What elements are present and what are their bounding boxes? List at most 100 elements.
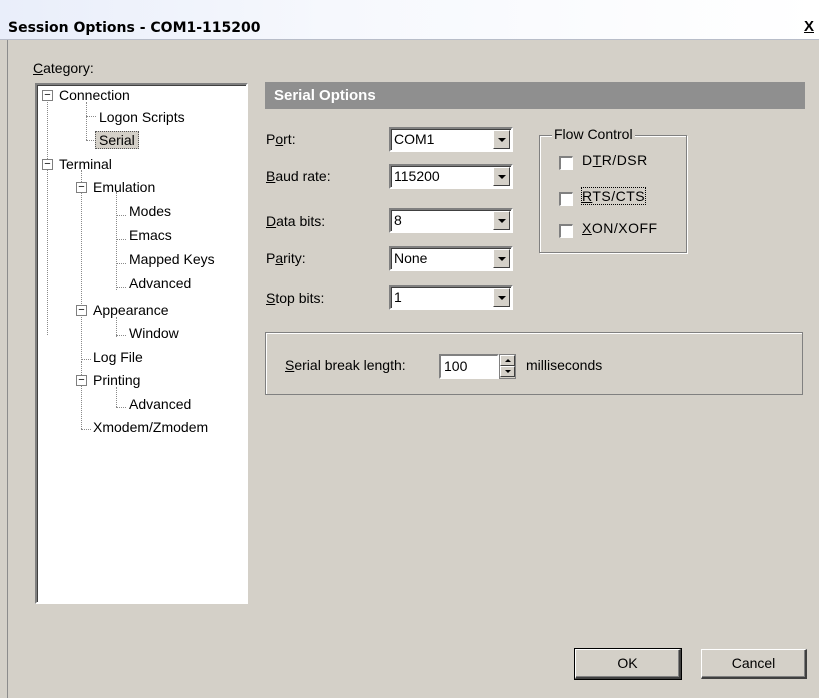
data-bits-mnemonic: D <box>266 213 277 229</box>
rts-cts-post: TS/CTS <box>592 188 646 204</box>
tree-item-appearance[interactable]: Appearance <box>93 301 169 319</box>
tree-item-label: Xmodem/Zmodem <box>93 419 209 435</box>
dtr-dsr-mnemonic: T <box>592 152 602 168</box>
dtr-dsr-pre: D <box>582 152 593 168</box>
tree-item-label: Serial <box>95 131 139 149</box>
dtr-dsr-post: R/DSR <box>601 152 648 168</box>
title-bar[interactable]: Session Options - COM1-115200 X <box>0 0 819 40</box>
baud-label-post: aud rate: <box>275 168 331 184</box>
serial-break-mnemonic: S <box>285 357 295 373</box>
serial-break-label: Serial break length: <box>285 357 406 373</box>
tree-connector <box>116 263 126 264</box>
tree-item-window[interactable]: Window <box>129 324 179 342</box>
stop-bits-select[interactable]: 1 <box>389 285 513 310</box>
port-label-post: rt: <box>283 131 296 147</box>
tree-item-terminal[interactable]: Terminal <box>59 155 112 173</box>
parity-value: None <box>394 250 428 266</box>
tree-item-label: Emacs <box>129 227 172 243</box>
tree-item-label: Log File <box>93 349 143 365</box>
tree-connector <box>116 239 126 240</box>
dropdown-arrow-icon[interactable] <box>493 288 510 307</box>
serial-break-value: 100 <box>444 358 468 374</box>
category-label-text: ategory: <box>43 60 94 76</box>
dropdown-arrow-icon[interactable] <box>493 249 510 268</box>
tree-item-advanced[interactable]: Advanced <box>129 395 191 413</box>
spin-down-icon[interactable] <box>500 366 515 377</box>
serial-break-label-post: erial break length: <box>294 357 406 373</box>
dropdown-arrow-icon[interactable] <box>493 211 510 230</box>
tree-item-printing[interactable]: Printing <box>93 371 140 389</box>
section-header: Serial Options <box>265 82 805 109</box>
tree-connector <box>116 407 126 408</box>
tree-item-label: Logon Scripts <box>99 109 185 125</box>
tree-connector <box>116 215 126 216</box>
dropdown-arrow-icon[interactable] <box>493 167 510 186</box>
tree-item-modes[interactable]: Modes <box>129 202 171 220</box>
tree-item-label: Emulation <box>93 179 156 195</box>
tree-item-serial[interactable]: Serial <box>95 131 139 149</box>
xon-xoff-checkbox[interactable] <box>559 224 573 238</box>
data-bits-select[interactable]: 8 <box>389 208 513 233</box>
tree-item-mapped-keys[interactable]: Mapped Keys <box>129 250 215 268</box>
window-title: Session Options - COM1-115200 <box>8 20 261 36</box>
category-label: Category: <box>33 60 94 76</box>
tree-item-emulation[interactable]: Emulation <box>93 178 155 196</box>
port-label-pre: P <box>266 131 276 147</box>
serial-break-unit: milliseconds <box>526 357 603 373</box>
close-button[interactable]: X <box>801 18 817 36</box>
port-select[interactable]: COM1 <box>389 127 513 152</box>
tree-item-emacs[interactable]: Emacs <box>129 226 172 244</box>
tree-item-label: Window <box>129 325 179 341</box>
tree-connector <box>116 387 117 407</box>
stop-bits-label: Stop bits: <box>266 290 324 306</box>
window-left-edge <box>0 40 8 698</box>
stop-bits-label-post: top bits: <box>275 290 325 306</box>
tree-connector <box>116 192 117 290</box>
collapse-icon[interactable]: − <box>76 305 87 316</box>
tree-item-advanced[interactable]: Advanced <box>129 274 191 292</box>
parity-label-post: rity: <box>283 250 306 266</box>
tree-item-label: Printing <box>93 372 141 388</box>
collapse-icon[interactable]: − <box>76 375 87 386</box>
tree-item-log-file[interactable]: Log File <box>93 348 143 366</box>
baud-rate-select[interactable]: 115200 <box>389 164 513 189</box>
baud-rate-value: 115200 <box>394 168 440 184</box>
collapse-icon[interactable]: − <box>42 159 53 170</box>
tree-connector <box>47 95 48 335</box>
ok-button[interactable]: OK <box>574 648 682 680</box>
collapse-icon[interactable]: − <box>42 90 53 101</box>
dtr-dsr-checkbox[interactable] <box>559 156 573 170</box>
serial-break-spinner[interactable] <box>499 354 516 379</box>
tree-item-label: Advanced <box>129 275 192 291</box>
dropdown-arrow-icon[interactable] <box>493 130 510 149</box>
flow-control-legend: Flow Control <box>552 126 635 142</box>
category-label-mnemonic: C <box>33 60 44 76</box>
tree-connector <box>81 385 82 429</box>
data-bits-label: Data bits: <box>266 213 325 229</box>
parity-label-pre: P <box>266 250 276 266</box>
tree-connector <box>81 170 82 360</box>
parity-select[interactable]: None <box>389 246 513 271</box>
serial-break-input[interactable]: 100 <box>439 354 499 379</box>
port-label: Port: <box>266 131 296 147</box>
tree-connector <box>81 359 91 360</box>
tree-item-logon-scripts[interactable]: Logon Scripts <box>99 108 185 126</box>
tree-connector <box>86 116 96 117</box>
baud-label-mnemonic: B <box>266 168 276 184</box>
cancel-button[interactable]: Cancel <box>701 649 807 679</box>
xon-xoff-label[interactable]: XON/XOFF <box>582 220 658 236</box>
tree-item-label: Mapped Keys <box>129 251 215 267</box>
spin-up-icon[interactable] <box>500 355 515 366</box>
tree-item-label: Appearance <box>93 302 169 318</box>
baud-rate-label: Baud rate: <box>266 168 331 184</box>
rts-cts-mnemonic: R <box>582 188 593 204</box>
rts-cts-checkbox[interactable] <box>559 192 573 206</box>
collapse-icon[interactable]: − <box>76 182 87 193</box>
rts-cts-label[interactable]: RTS/CTS <box>580 187 647 205</box>
category-tree[interactable]: − Connection Logon Scripts Serial − Term… <box>35 83 248 604</box>
dtr-dsr-label[interactable]: DTR/DSR <box>582 152 648 168</box>
data-bits-label-post: ata bits: <box>276 213 326 229</box>
tree-item-xmodem-zmodem[interactable]: Xmodem/Zmodem <box>93 418 208 436</box>
tree-item-label: Advanced <box>129 396 192 412</box>
tree-item-connection[interactable]: Connection <box>59 86 130 104</box>
